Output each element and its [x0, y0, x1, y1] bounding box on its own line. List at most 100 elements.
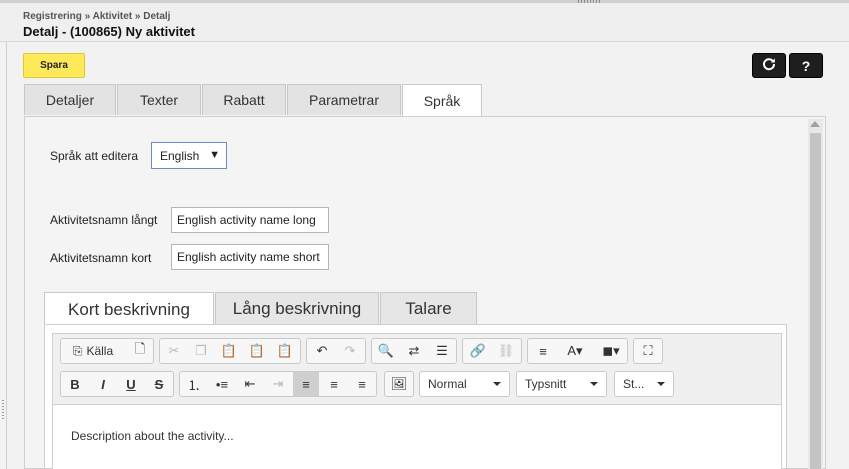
- toolbar-group-style: ≡ A▾ ◼▾: [527, 338, 628, 364]
- toolbar-group-link: 🔗 ⛓: [462, 338, 522, 364]
- format-combo[interactable]: Normal: [419, 371, 510, 397]
- horizontal-rule-button[interactable]: ≡: [530, 339, 556, 363]
- save-button[interactable]: Spara: [23, 53, 85, 78]
- font-combo[interactable]: Typsnitt: [516, 371, 607, 397]
- link-button[interactable]: 🔗: [465, 339, 491, 363]
- image-icon: 🖼: [390, 376, 408, 391]
- tab-parametrar[interactable]: Parametrar: [287, 84, 401, 115]
- toolbar-group-clipboard: ✂ ❐ 📋 📋 📋: [159, 338, 301, 364]
- align-right-icon: ≡: [358, 376, 366, 392]
- language-label: Språk att editera: [50, 149, 139, 163]
- replace-button[interactable]: ⇄: [401, 339, 427, 363]
- page-title: Detalj - (100865) Ny aktivitet: [23, 24, 195, 39]
- splitter-handle[interactable]: [2, 400, 4, 420]
- cut-button[interactable]: ✂: [161, 339, 187, 363]
- unlink-icon: ⛓: [497, 343, 515, 358]
- numbered-list-button[interactable]: ⒈: [181, 372, 207, 396]
- tab-lang-beskrivning[interactable]: Lång beskrivning: [215, 292, 379, 324]
- find-button[interactable]: 🔍: [373, 339, 399, 363]
- name-long-input[interactable]: English activity name long: [171, 207, 329, 233]
- unlink-button[interactable]: ⛓: [493, 339, 519, 363]
- help-button[interactable]: ?: [789, 53, 823, 78]
- text-color-icon: A▾: [567, 343, 583, 358]
- select-all-button[interactable]: ☰: [429, 339, 455, 363]
- toolbar-group-maximize: ⛶: [633, 338, 663, 364]
- help-icon: ?: [801, 57, 811, 74]
- left-divider: [6, 42, 7, 469]
- align-center-icon: ≡: [330, 376, 338, 392]
- size-combo[interactable]: St...: [614, 371, 674, 397]
- refresh-icon: [762, 57, 776, 74]
- size-combo-value: St...: [623, 377, 645, 391]
- background-color-icon: ◼▾: [602, 343, 620, 358]
- page-header: Registrering » Aktivitet » Detalj Detalj…: [0, 3, 849, 42]
- align-left-button[interactable]: ≡: [293, 372, 319, 396]
- cut-icon: ✂: [168, 343, 180, 358]
- outdent-icon: ⇤: [244, 376, 256, 391]
- chevron-down-icon: [493, 382, 501, 386]
- align-left-icon: ≡: [302, 376, 310, 392]
- background-color-button[interactable]: ◼▾: [594, 339, 628, 363]
- select-all-icon: ☰: [436, 343, 448, 358]
- link-icon: 🔗: [469, 343, 487, 358]
- toolbar-group-undo: ↶ ↷: [306, 338, 366, 364]
- align-right-button[interactable]: ≡: [349, 372, 375, 396]
- redo-button[interactable]: ↷: [337, 339, 363, 363]
- underline-icon: U: [126, 376, 136, 392]
- name-short-label: Aktivitetsnamn kort: [50, 251, 152, 265]
- strikethrough-button[interactable]: S: [146, 372, 172, 396]
- undo-icon: ↶: [316, 343, 328, 358]
- underline-button[interactable]: U: [118, 372, 144, 396]
- tab-kort-beskrivning[interactable]: Kort beskrivning: [44, 292, 214, 326]
- chevron-down-icon: [590, 382, 598, 386]
- tab-sprak[interactable]: Språk: [402, 84, 482, 117]
- bold-button[interactable]: B: [62, 372, 88, 396]
- paste-text-icon: 📋: [248, 343, 266, 358]
- chevron-down-icon: [657, 382, 665, 386]
- numbered-list-icon: ⒈: [187, 377, 201, 393]
- format-combo-value: Normal: [428, 377, 467, 391]
- toolbar-group-paragraph: ⒈ •≡ ⇤ ⇥ ≡ ≡ ≡: [179, 371, 377, 397]
- toolbar-group-document: ⎘ Källa 🗋: [60, 338, 154, 364]
- tab-talare[interactable]: Talare: [380, 292, 477, 324]
- bulleted-list-button[interactable]: •≡: [209, 372, 235, 396]
- paste-word-icon: 📋: [276, 343, 294, 358]
- tab-detaljer[interactable]: Detaljer: [24, 84, 116, 115]
- bulleted-list-icon: •≡: [215, 376, 229, 392]
- toolbar-group-basic: B I U S: [60, 371, 174, 397]
- paste-icon: 📋: [220, 343, 238, 358]
- breadcrumb: Registrering » Aktivitet » Detalj: [23, 11, 171, 22]
- strikethrough-icon: S: [154, 376, 164, 392]
- paste-button[interactable]: 📋: [216, 339, 242, 363]
- bold-icon: B: [70, 376, 80, 392]
- name-short-input[interactable]: English activity name short: [171, 244, 329, 270]
- italic-button[interactable]: I: [90, 372, 116, 396]
- scrollbar-thumb[interactable]: [810, 133, 821, 469]
- new-page-button[interactable]: 🗋: [127, 339, 153, 363]
- undo-button[interactable]: ↶: [309, 339, 335, 363]
- scroll-up-icon[interactable]: [810, 121, 820, 127]
- toolbar-group-find: 🔍 ⇄ ☰: [371, 338, 457, 364]
- paste-text-button[interactable]: 📋: [244, 339, 270, 363]
- copy-icon: ❐: [195, 343, 207, 358]
- tab-texter[interactable]: Texter: [117, 84, 201, 115]
- indent-button[interactable]: ⇥: [265, 372, 291, 396]
- toolbar-group-image: 🖼: [384, 371, 414, 397]
- source-button[interactable]: ⎘ Källa: [63, 339, 123, 363]
- outdent-button[interactable]: ⇤: [237, 372, 263, 396]
- copy-button[interactable]: ❐: [188, 339, 214, 363]
- refresh-button[interactable]: [752, 53, 786, 78]
- redo-icon: ↷: [344, 343, 356, 358]
- paste-word-button[interactable]: 📋: [272, 339, 298, 363]
- maximize-button[interactable]: ⛶: [635, 339, 661, 363]
- name-long-label: Aktivitetsnamn långt: [50, 213, 158, 227]
- dropdown-arrow-icon: ▼: [209, 149, 220, 161]
- align-center-button[interactable]: ≡: [321, 372, 347, 396]
- tab-rabatt[interactable]: Rabatt: [202, 84, 286, 115]
- horizontal-rule-icon: ≡: [539, 343, 547, 359]
- new-page-icon: 🗋: [134, 341, 146, 356]
- image-button[interactable]: 🖼: [386, 372, 412, 396]
- text-color-button[interactable]: A▾: [558, 339, 592, 363]
- replace-icon: ⇄: [408, 343, 420, 358]
- language-select[interactable]: English ▼: [151, 142, 227, 169]
